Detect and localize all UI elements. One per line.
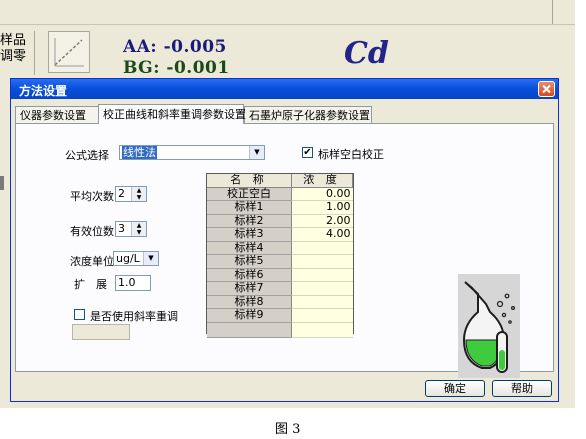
table-row: 标样3 4.00 (207, 227, 353, 242)
blank-correction-label: 标样空白校正 (318, 148, 384, 161)
significant-digits-label: 有效位数 (70, 225, 114, 238)
flask-icon (458, 274, 520, 378)
sample-zero-label-line2: 调零 (0, 49, 27, 64)
spinner-arrows[interactable]: ▲ ▼ (131, 222, 146, 236)
tab-label: 仪器参数设置 (20, 109, 86, 122)
table-row: 标样1 1.00 (207, 200, 353, 215)
average-count-label: 平均次数 (70, 190, 114, 203)
calibration-chart-icon[interactable] (48, 31, 90, 73)
standard-name-cell: 标样2 (207, 214, 292, 228)
element-symbol: Cd (344, 36, 389, 71)
concentration-cell[interactable] (291, 281, 353, 296)
table-row: 标样2 2.00 (207, 214, 353, 228)
table-row: 校正空白 0.00 (207, 187, 353, 201)
toolbar-divider (0, 24, 575, 25)
tab-graphite-furnace[interactable]: 石墨炉原子化器参数设置 (244, 106, 372, 123)
expand-input[interactable]: 1.0 (115, 275, 151, 291)
slope-recalibration-field (72, 324, 130, 340)
table-row: 标样6 (207, 268, 353, 282)
concentration-cell[interactable]: 4.00 (291, 227, 353, 242)
spin-down-icon[interactable]: ▼ (132, 194, 146, 201)
formula-value: 线性法 (122, 146, 157, 159)
help-button-label: 帮助 (511, 382, 533, 395)
table-row: 标样5 (207, 254, 353, 269)
dialog-title: 方法设置 (19, 84, 68, 98)
chevron-down-icon[interactable]: ▼ (249, 146, 264, 159)
table-row: 标样7 (207, 281, 353, 296)
standard-name-cell: 标样6 (207, 268, 292, 282)
spin-up-icon[interactable]: ▲ (132, 187, 146, 194)
blank-correction-checkbox[interactable]: ✔ (302, 147, 313, 158)
standard-name-cell: 标样8 (207, 295, 292, 309)
expand-value: 1.0 (118, 276, 136, 289)
standard-name-cell: 标样4 (207, 241, 292, 255)
app-toolbar-button[interactable] (552, 0, 575, 24)
average-count-value: 2 (118, 187, 125, 200)
slope-recalibration-checkbox[interactable] (74, 309, 85, 320)
name-column-header: 名 称 (207, 174, 292, 188)
aa-readout: AA: -0.005 (123, 37, 227, 57)
ok-button[interactable]: 确定 (425, 380, 485, 397)
standards-table-header: 名 称 浓 度 (207, 174, 353, 188)
sample-zero-button[interactable]: 样品 调零 (0, 31, 35, 75)
concentration-cell[interactable] (291, 241, 353, 255)
flask-illustration (458, 274, 520, 378)
tab-label: 校正曲线和斜率重调参数设置 (103, 108, 246, 121)
tab-strip: 仪器参数设置 校正曲线和斜率重调参数设置 石墨炉原子化器参数设置 (15, 104, 555, 124)
table-row (207, 322, 353, 338)
tab-calibration-curve[interactable]: 校正曲线和斜率重调参数设置 (98, 104, 246, 124)
concentration-cell[interactable]: 0.00 (291, 187, 353, 201)
standard-name-cell: 标样1 (207, 200, 292, 215)
standard-name-cell: 校正空白 (207, 187, 292, 201)
average-count-spinner[interactable]: 2 ▲ ▼ (115, 186, 147, 202)
expand-label: 扩 展 (74, 278, 107, 291)
concentration-cell[interactable]: 1.00 (291, 200, 353, 215)
table-row: 标样9 (207, 308, 353, 323)
concentration-unit-select[interactable]: ug/L ▼ (113, 251, 159, 266)
concentration-cell[interactable] (291, 308, 353, 323)
concentration-unit-label: 浓度单位 (70, 255, 114, 268)
standards-table: 名 称 浓 度 校正空白 0.00 标样1 1.00 标样2 2.00 标样3 … (206, 173, 354, 338)
empty-concentration-cell (291, 322, 353, 338)
sample-zero-label-line1: 样品 (0, 33, 27, 48)
help-button[interactable]: 帮助 (492, 380, 552, 397)
concentration-cell[interactable] (291, 268, 353, 282)
concentration-cell[interactable] (291, 254, 353, 269)
ok-button-label: 确定 (444, 382, 466, 395)
concentration-unit-value: ug/L (116, 252, 140, 265)
concentration-column-header: 浓 度 (291, 174, 353, 188)
close-icon (542, 84, 551, 94)
slope-recalibration-label: 是否使用斜率重调 (90, 310, 178, 323)
spinner-arrows[interactable]: ▲ ▼ (131, 187, 146, 201)
close-button[interactable] (538, 81, 555, 97)
dialog-titlebar[interactable]: 方法设置 (11, 79, 558, 99)
table-row: 标样8 (207, 295, 353, 309)
standard-name-cell: 标样9 (207, 308, 292, 323)
bg-readout: BG: -0.001 (123, 58, 230, 78)
method-settings-dialog: 方法设置 仪器参数设置 校正曲线和斜率重调参数设置 石墨炉原子化器参数设置 公式… (10, 78, 559, 402)
formula-select[interactable]: 线性法 ▼ (119, 145, 265, 160)
significant-digits-spinner[interactable]: 3 ▲ ▼ (115, 221, 147, 237)
app-toolbar-strip (0, 0, 575, 24)
empty-name-cell (207, 322, 292, 338)
table-row: 标样4 (207, 241, 353, 255)
tab-panel-calibration: 公式选择 线性法 ▼ ✔ 标样空白校正 平均次数 2 ▲ ▼ 有效位数 3 ▲ … (15, 123, 554, 378)
spin-down-icon[interactable]: ▼ (132, 229, 146, 236)
standard-name-cell: 标样5 (207, 254, 292, 269)
formula-label: 公式选择 (65, 149, 109, 162)
spin-up-icon[interactable]: ▲ (132, 222, 146, 229)
left-edge-control (0, 176, 4, 190)
chevron-down-icon[interactable]: ▼ (143, 252, 158, 265)
concentration-cell[interactable] (291, 295, 353, 309)
significant-digits-value: 3 (118, 222, 125, 235)
concentration-cell[interactable]: 2.00 (291, 214, 353, 228)
standard-name-cell: 标样7 (207, 281, 292, 296)
tab-label: 石墨炉原子化器参数设置 (249, 109, 370, 122)
tab-instrument-params[interactable]: 仪器参数设置 (15, 106, 99, 123)
figure-caption: 图 3 (275, 422, 301, 437)
standard-name-cell: 标样3 (207, 227, 292, 242)
